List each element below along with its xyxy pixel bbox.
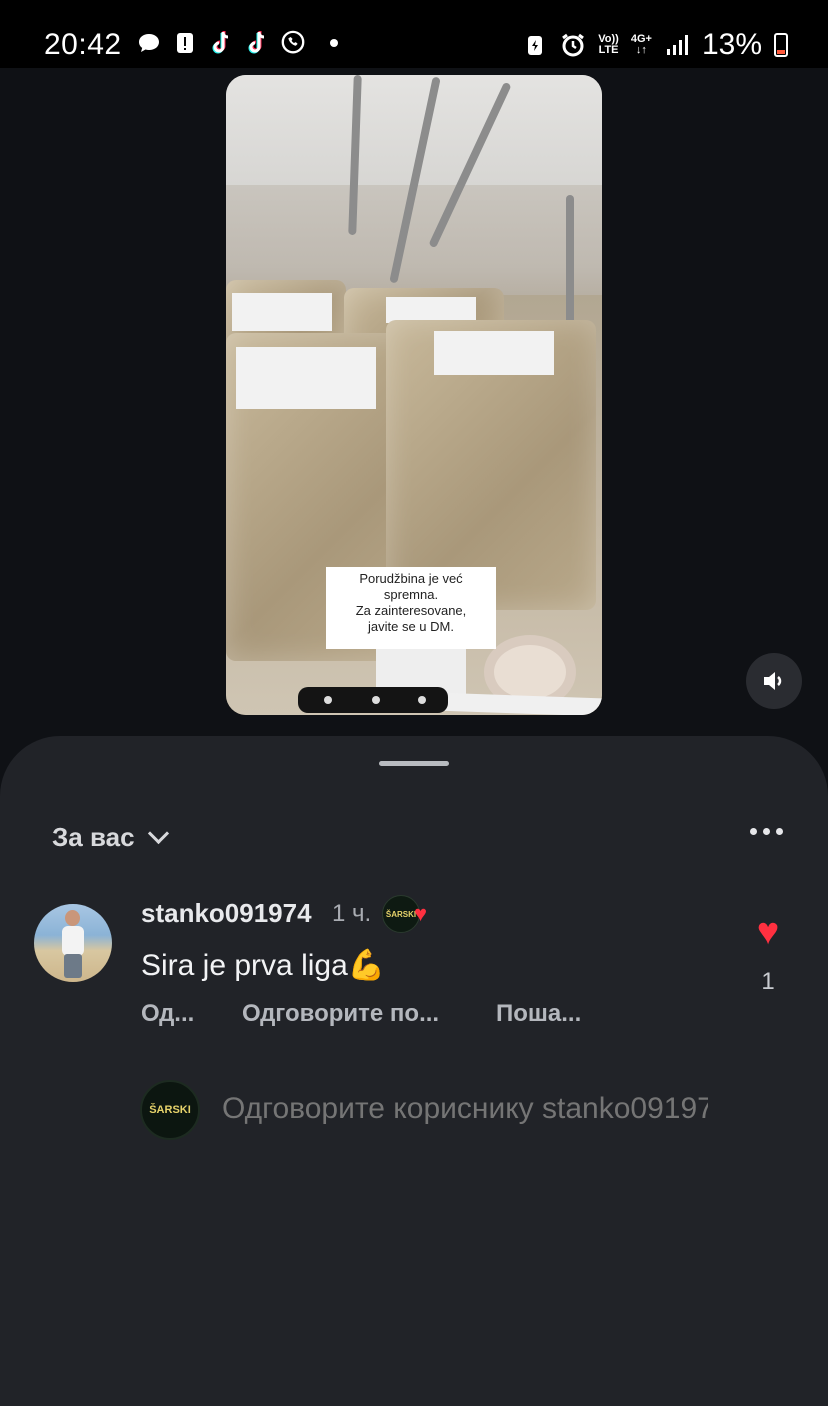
caption-line: Porudžbina je već: [359, 571, 463, 586]
tiktok-icon: [208, 30, 234, 56]
sheet-drag-handle[interactable]: [379, 761, 449, 766]
comment-username[interactable]: stanko091974: [141, 898, 312, 929]
video-scene-label: [236, 347, 376, 409]
reply-button[interactable]: Од...: [141, 1000, 242, 1028]
more-notifications-dot: [330, 39, 338, 47]
battery-icon: [774, 33, 788, 57]
comment-text: Sira je prva liga💪: [141, 949, 386, 982]
video-scene-rivet: [418, 696, 426, 704]
more-dots-icon: [776, 828, 783, 835]
mobile-data-indicator: 4G+ ↓↑: [630, 33, 652, 56]
chat-bubble-icon: [136, 30, 162, 56]
system-icons: Vo)) LTE 4G+ ↓↑ 13%: [522, 28, 788, 62]
video-scene-rivet: [372, 696, 380, 704]
video-scene-rivet: [324, 696, 332, 704]
caption-line: Za zainteresovane,: [355, 603, 467, 618]
own-avatar: ŠARSKI: [140, 1080, 200, 1140]
comment-item: stanko091974 1 ч. ŠARSKI ♥ Sira je prva …: [0, 892, 828, 1032]
comment-sort-dropdown[interactable]: За вас: [52, 822, 169, 853]
more-options-button[interactable]: [750, 828, 783, 835]
comment-timestamp: 1 ч.: [332, 900, 372, 927]
alert-icon: [172, 30, 198, 56]
caption-line: spremna.: [383, 587, 439, 602]
avatar-person: [64, 954, 82, 978]
avatar-person: [62, 926, 84, 956]
heart-icon: ♥: [756, 911, 780, 953]
status-bar: 20:42 Vo)) LTE 4G+ ↓↑ 13%: [0, 0, 828, 68]
viber-icon: [280, 30, 306, 56]
battery-saver-icon: [522, 32, 548, 58]
clock: 20:42: [44, 28, 122, 61]
battery-percent: 13%: [701, 28, 762, 61]
send-button[interactable]: Поша...: [496, 1000, 581, 1028]
tiktok-icon: [244, 30, 270, 56]
video-text-caption: Porudžbina je već spremna. Za zaintereso…: [326, 567, 496, 649]
comments-sheet: За вас stanko091974 1 ч. ŠARSKI ♥ Sira j…: [0, 736, 828, 1406]
caption-line: javite se u DM.: [368, 619, 454, 634]
volte-indicator: Vo)) LTE: [598, 33, 619, 56]
like-count: 1: [761, 968, 775, 995]
video-scene-knife-handle: [298, 687, 448, 713]
sort-label: За вас: [52, 822, 135, 852]
video-scene-label: [434, 331, 554, 375]
more-dots-icon: [750, 828, 757, 835]
volume-button[interactable]: [746, 653, 802, 709]
video-player[interactable]: Porudžbina je već spremna. Za zaintereso…: [226, 75, 602, 715]
more-dots-icon: [763, 828, 770, 835]
comment-like-button[interactable]: ♥ 1: [748, 912, 788, 996]
creator-heart-icon: ♥: [414, 901, 428, 926]
avatar-person: [65, 910, 80, 926]
commenter-avatar[interactable]: [34, 904, 112, 982]
chevron-down-icon: [147, 822, 169, 845]
comment-actions: Од... Одговорите по... Поша...: [141, 1000, 581, 1028]
alarm-icon: [560, 32, 586, 58]
reply-composer: ŠARSKI: [0, 1074, 828, 1144]
video-scene-label: [232, 293, 332, 331]
reply-input[interactable]: [222, 1092, 708, 1126]
reply-to-user-button[interactable]: Одговорите по...: [242, 1000, 496, 1028]
signal-icon: [664, 32, 690, 58]
speaker-icon: [764, 672, 782, 690]
notification-icons: [136, 30, 338, 56]
